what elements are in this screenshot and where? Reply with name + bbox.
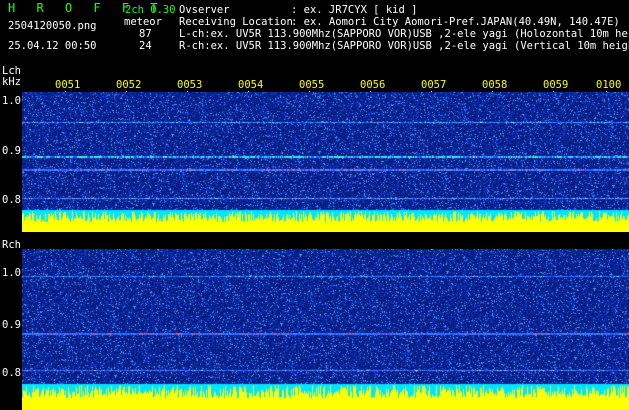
observer-value: : ex. JR7CYX [ kid ] — [291, 4, 418, 16]
filename-label: 2504120050.png — [8, 20, 97, 32]
rch-freq-label: 0.8 — [2, 367, 21, 379]
time-tick-label: 0054 — [238, 79, 264, 91]
lch-freq-label: 0.8 — [2, 194, 21, 206]
rch-freq-label: 1.0 — [2, 267, 21, 279]
lch-freq-label: 0.9 — [2, 145, 21, 157]
lch-count: 87 — [139, 28, 152, 40]
rch-label: Rch — [2, 239, 21, 251]
lch-spectrogram — [22, 92, 629, 232]
lch-info: L-ch:ex. UV5R 113.900Mhz(SAPPORO VOR)USB… — [179, 28, 629, 40]
time-tick-label: 0055 — [299, 79, 325, 91]
timestamp-label: 25.04.12 00:50 — [8, 40, 97, 52]
time-tick-label: 0052 — [116, 79, 142, 91]
lch-unit-label: kHz — [2, 76, 21, 88]
rch-freq-label: 0.9 — [2, 319, 21, 331]
location-value: : ex. Aomori City Aomori-Pref.JAPAN(40.4… — [291, 16, 620, 28]
rch-info: R-ch:ex. UV5R 113.900Mhz(SAPPORO VOR)USB… — [179, 40, 629, 52]
version-label: 2ch 0.30 — [125, 4, 176, 16]
location-label: Receiving Location — [179, 16, 293, 28]
rch-count: 24 — [139, 40, 152, 52]
time-tick-label: 0057 — [421, 79, 447, 91]
time-tick-label: 0051 — [55, 79, 81, 91]
time-tick-label: 0056 — [360, 79, 386, 91]
time-tick-label: 0058 — [482, 79, 508, 91]
observer-label: Ovserver — [179, 4, 230, 16]
lch-freq-label: 1.0 — [2, 95, 21, 107]
time-tick-label: 0053 — [177, 79, 203, 91]
lch-waterfall — [22, 92, 629, 232]
time-tick-label: 0100 — [596, 79, 622, 91]
time-tick-label: 0059 — [543, 79, 569, 91]
mode-label: meteor — [124, 16, 162, 28]
rch-waterfall — [22, 249, 629, 410]
rch-spectrogram — [22, 249, 629, 410]
